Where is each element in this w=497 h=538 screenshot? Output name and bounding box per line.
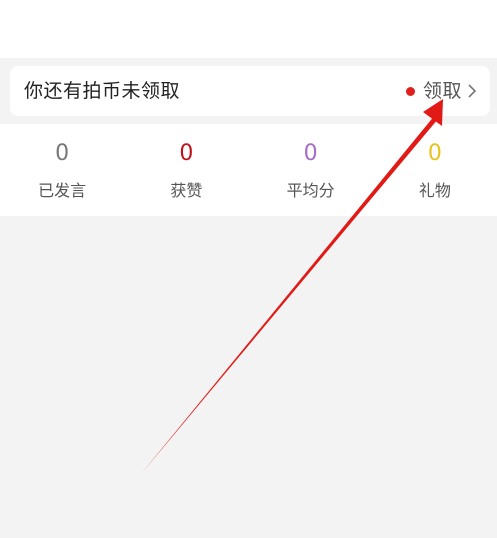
chevron-right-icon [468,84,477,98]
banner-section: 你还有拍币未领取 领取 [0,58,497,124]
stat-label: 礼物 [418,181,451,200]
stat-likes[interactable]: 0 获赞 [124,124,248,216]
empty-content-area [0,216,497,538]
stat-value: 0 [303,141,318,166]
stat-gifts[interactable]: 0 礼物 [373,124,497,216]
stat-value: 0 [55,141,70,166]
stat-value: 0 [427,141,442,166]
unclaimed-coins-banner[interactable]: 你还有拍币未领取 领取 [10,66,490,116]
claim-label: 领取 [422,80,462,102]
stats-bar: 0 已发言 0 获赞 0 平均分 0 礼物 [0,124,497,216]
top-blank-area [0,0,497,58]
banner-message: 你还有拍币未领取 [24,80,181,102]
stat-label: 已发言 [38,181,87,200]
claim-button[interactable]: 领取 [405,78,478,104]
stat-value: 0 [179,141,194,166]
stat-posts[interactable]: 0 已发言 [0,124,124,216]
red-dot-icon [405,86,415,96]
stat-label: 平均分 [286,181,335,200]
stat-average-score[interactable]: 0 平均分 [249,124,373,216]
stat-label: 获赞 [170,181,203,200]
